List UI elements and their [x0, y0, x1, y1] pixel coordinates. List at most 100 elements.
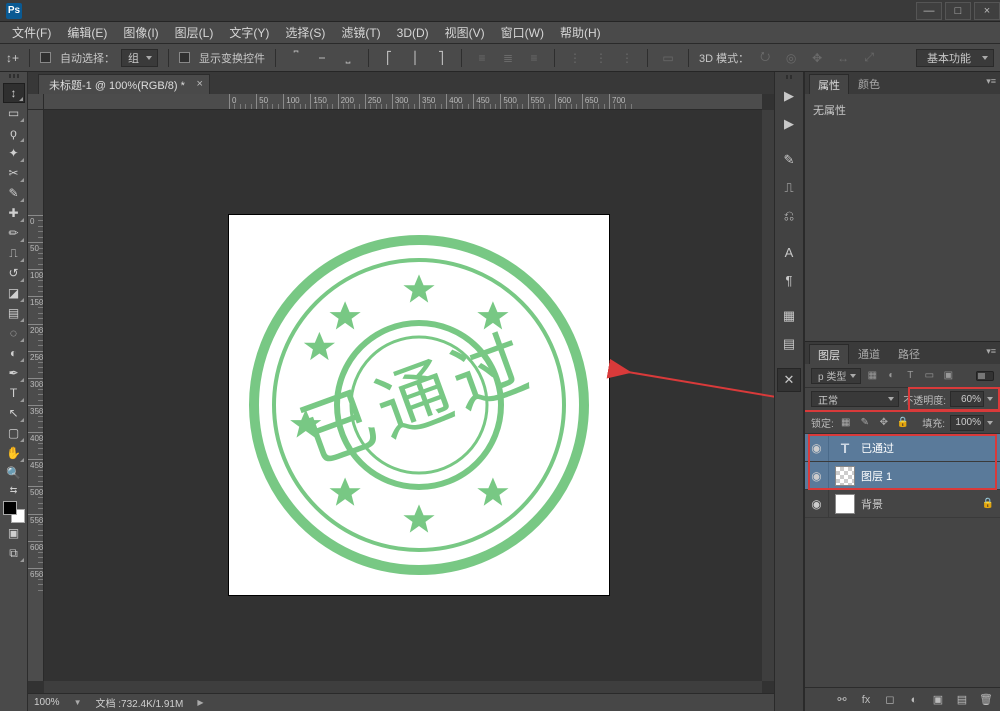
- menu-window[interactable]: 窗口(W): [493, 24, 552, 41]
- swap-colors[interactable]: ⇆: [3, 483, 25, 497]
- pen-tool[interactable]: ✒: [3, 363, 25, 383]
- history-panel-icon[interactable]: ▶: [777, 84, 801, 108]
- distribute-bottom-icon[interactable]: ≡: [524, 49, 544, 67]
- dodge-tool[interactable]: ◐: [3, 343, 25, 363]
- filter-toggle[interactable]: [976, 371, 994, 381]
- new-layer-icon[interactable]: ▤: [954, 692, 970, 708]
- 3d-orbit-icon[interactable]: ⭮: [755, 49, 775, 67]
- layer-row[interactable]: ◉ 背景 🔒: [805, 490, 1000, 518]
- lock-position-icon[interactable]: ✥: [877, 416, 891, 430]
- marquee-tool[interactable]: ▭: [3, 103, 25, 123]
- magic-wand-tool[interactable]: ✦: [3, 143, 25, 163]
- menu-select[interactable]: 选择(S): [277, 24, 333, 41]
- clone-stamp-tool[interactable]: ⎍: [3, 243, 25, 263]
- filter-adjust-icon[interactable]: ◐: [883, 368, 899, 384]
- visibility-toggle[interactable]: ◉: [805, 462, 829, 489]
- distribute-right-icon[interactable]: ⋮: [617, 49, 637, 67]
- layer-fx-icon[interactable]: fx: [858, 692, 874, 708]
- close-button[interactable]: ×: [974, 2, 1000, 20]
- ruler-horizontal[interactable]: 0501001502002503003504004505005506006507…: [44, 94, 762, 110]
- visibility-toggle[interactable]: ◉: [805, 490, 829, 517]
- menu-3d[interactable]: 3D(D): [389, 26, 437, 40]
- group-layers-icon[interactable]: ▣: [930, 692, 946, 708]
- tab-properties[interactable]: 属性: [809, 74, 849, 94]
- layer-row[interactable]: ◉ T 已通过: [805, 434, 1000, 462]
- maximize-button[interactable]: □: [945, 2, 971, 20]
- menu-file[interactable]: 文件(F): [4, 24, 59, 41]
- distribute-hcenter-icon[interactable]: ⋮: [591, 49, 611, 67]
- layer-name[interactable]: 图层 1: [861, 468, 994, 484]
- shape-tool[interactable]: ▢: [3, 423, 25, 443]
- fg-swatch[interactable]: [3, 501, 17, 515]
- 3d-pan-icon[interactable]: ✥: [807, 49, 827, 67]
- doc-info[interactable]: 文档 :732.4K/1.91M: [96, 695, 184, 710]
- layer-filter-kind-dropdown[interactable]: p 类型: [811, 368, 861, 384]
- link-layers-icon[interactable]: ⚯: [834, 692, 850, 708]
- document-tab[interactable]: 未标题-1 @ 100%(RGB/8) * ×: [38, 74, 210, 94]
- menu-layer[interactable]: 图层(L): [167, 24, 222, 41]
- type-tool[interactable]: T: [3, 383, 25, 403]
- menu-type[interactable]: 文字(Y): [221, 24, 277, 41]
- eraser-tool[interactable]: ◪: [3, 283, 25, 303]
- brush-tool[interactable]: ✏: [3, 223, 25, 243]
- tool-presets-panel-icon[interactable]: ✕: [777, 368, 801, 392]
- delete-layer-icon[interactable]: 🗑: [978, 692, 994, 708]
- eyedropper-tool[interactable]: ✎: [3, 183, 25, 203]
- gradient-tool[interactable]: ▤: [3, 303, 25, 323]
- move-tool[interactable]: ↕: [3, 83, 25, 103]
- align-top-icon[interactable]: ⎴: [286, 49, 306, 67]
- tab-paths[interactable]: 路径: [889, 344, 929, 364]
- lock-transparent-icon[interactable]: ▦: [839, 416, 853, 430]
- align-left-icon[interactable]: ⎡: [379, 49, 399, 67]
- navigator-panel-icon[interactable]: ▦: [777, 304, 801, 328]
- distribute-left-icon[interactable]: ⋮: [565, 49, 585, 67]
- zoom-chevron-icon[interactable]: ▼: [74, 698, 82, 707]
- lasso-tool[interactable]: ϙ: [3, 123, 25, 143]
- history-brush-tool[interactable]: ↺: [3, 263, 25, 283]
- quickmask-toggle[interactable]: ▣: [3, 523, 25, 543]
- screenmode-toggle[interactable]: ⧉: [3, 543, 25, 563]
- brushpresets-panel-icon[interactable]: ⎍: [777, 176, 801, 200]
- auto-select-dropdown[interactable]: 组: [121, 49, 158, 67]
- tab-channels[interactable]: 通道: [849, 344, 889, 364]
- crop-tool[interactable]: ✂: [3, 163, 25, 183]
- ruler-vertical[interactable]: 050100150200250300350400450500550600650: [28, 110, 44, 681]
- blur-tool[interactable]: ◌: [3, 323, 25, 343]
- docinfo-chevron-icon[interactable]: ▶: [197, 698, 203, 707]
- zoom-level[interactable]: 100%: [34, 697, 60, 708]
- 3d-roll-icon[interactable]: ◎: [781, 49, 801, 67]
- hand-tool[interactable]: ✋: [3, 443, 25, 463]
- distribute-top-icon[interactable]: ≡: [472, 49, 492, 67]
- scrollbar-horizontal[interactable]: [44, 681, 762, 693]
- auto-select-checkbox[interactable]: [40, 52, 51, 63]
- color-swatches[interactable]: [3, 501, 25, 523]
- filter-pixel-icon[interactable]: ▦: [864, 368, 880, 384]
- tab-color[interactable]: 颜色: [849, 74, 889, 94]
- toolbox-grip[interactable]: [4, 74, 24, 80]
- ruler-origin[interactable]: [28, 94, 44, 110]
- clone-panel-icon[interactable]: ⎌: [777, 204, 801, 228]
- workspace-switcher[interactable]: 基本功能: [916, 49, 994, 67]
- filter-shape-icon[interactable]: ▭: [921, 368, 937, 384]
- lock-all-icon[interactable]: 🔒: [896, 416, 910, 430]
- menu-image[interactable]: 图像(I): [115, 24, 166, 41]
- layer-name[interactable]: 背景: [861, 496, 982, 512]
- document-tab-close-icon[interactable]: ×: [196, 78, 202, 90]
- show-transform-checkbox[interactable]: [179, 52, 190, 63]
- align-vcenter-icon[interactable]: ⎯: [312, 49, 332, 67]
- menu-help[interactable]: 帮助(H): [552, 24, 609, 41]
- fill-input[interactable]: 100%: [950, 415, 984, 431]
- distribute-vcenter-icon[interactable]: ≣: [498, 49, 518, 67]
- opacity-input[interactable]: 60%: [950, 391, 984, 407]
- menu-view[interactable]: 视图(V): [437, 24, 493, 41]
- character-panel-icon[interactable]: A: [777, 240, 801, 264]
- 3d-scale-icon[interactable]: ⤢: [859, 49, 879, 67]
- menu-filter[interactable]: 滤镜(T): [333, 24, 388, 41]
- tab-layers[interactable]: 图层: [809, 344, 849, 364]
- actions-panel-icon[interactable]: ▶: [777, 112, 801, 136]
- blend-mode-dropdown[interactable]: 正常: [811, 391, 899, 407]
- layer-name[interactable]: 已通过: [861, 440, 994, 456]
- align-right-icon[interactable]: ⎤: [431, 49, 451, 67]
- brush-panel-icon[interactable]: ✎: [777, 148, 801, 172]
- align-hcenter-icon[interactable]: ⎪: [405, 49, 425, 67]
